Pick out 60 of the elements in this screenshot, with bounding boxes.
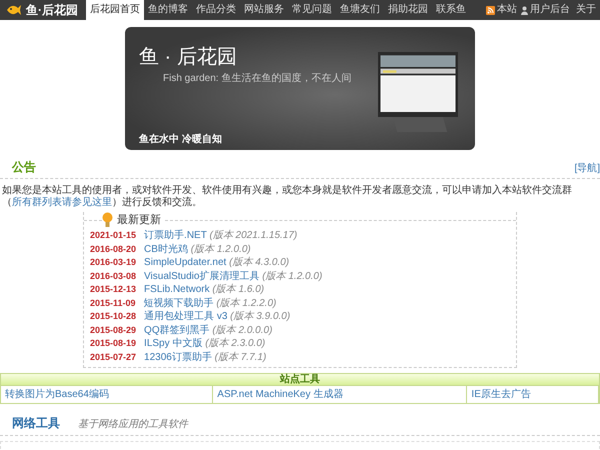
light-bulb-icon	[102, 212, 113, 228]
nav-tab[interactable]: 鱼塘友们	[336, 0, 384, 20]
fish-logo-icon	[6, 3, 22, 17]
update-date: 2016-08-20	[90, 242, 136, 256]
section-subtitle: 基于网络应用的工具软件	[78, 418, 188, 432]
group-list-link[interactable]: 所有群列表请参见这里	[12, 197, 112, 208]
software-link[interactable]: 12306订票助手	[144, 352, 212, 362]
nav-tab[interactable]: 捐助花园	[384, 0, 432, 20]
banner-subtitle: Fish garden: 鱼生活在鱼的国度，不在人间	[163, 72, 352, 86]
nav-link[interactable]: 本站	[495, 0, 521, 20]
section-title: 网络工具	[12, 415, 60, 432]
software-link[interactable]: QQ群签到黑手	[144, 324, 210, 336]
update-date: 2016-03-08	[90, 270, 136, 282]
user-icon	[521, 6, 528, 14]
update-date: 2015-07-27	[90, 350, 136, 364]
version-label: (版本 1.2.0.0)	[262, 270, 322, 282]
notice-text: 如果您是本站工具的使用者，或对软件开发、软件使用有兴趣，或您本身就是软件开发者愿意交流，可以申请加入本站软件交流群（所有群列表请参见这里）进行反馈和交流。	[1, 184, 573, 209]
rss-icon	[486, 6, 495, 14]
software-link[interactable]: VisualStudio扩展清理工具	[144, 270, 260, 282]
version-label: (版本 3.9.0.0)	[230, 311, 290, 322]
software-link[interactable]: CB时光鸡	[144, 244, 188, 254]
software-link[interactable]: 订票助手.NET	[144, 230, 207, 241]
nav-tab[interactable]: 作品分类	[192, 0, 240, 20]
update-date: 2021-01-15	[90, 229, 136, 242]
nav-tab[interactable]: 鱼的博客	[144, 0, 192, 20]
version-label: (版本 1.2.0.0)	[190, 244, 251, 254]
tool-link[interactable]: ASP.net MachineKey 生成器	[217, 389, 344, 400]
nav-link[interactable]: 关于	[574, 0, 600, 20]
panel-title: 最新更新	[117, 212, 161, 228]
nav-link[interactable]: [导航]	[574, 161, 600, 176]
table-header: 站点工具	[0, 373, 600, 386]
version-label: (版本 7.7.1)	[214, 352, 266, 362]
software-link[interactable]: 短视频下载助手	[144, 298, 214, 308]
site-logo[interactable]: 鱼·后花园	[22, 1, 86, 19]
version-label: (版本 1.6.0)	[212, 284, 264, 295]
update-date: 2015-08-29	[90, 324, 136, 336]
user-center-link[interactable]: 用户后台	[528, 0, 574, 20]
software-link[interactable]: FSLib.Network	[144, 284, 210, 295]
software-link[interactable]: SimpleUpdater.net	[144, 257, 226, 268]
update-date: 2015-08-19	[90, 337, 136, 350]
update-date: 2015-11-09	[90, 296, 136, 310]
nav-tab[interactable]: 联系鱼	[432, 0, 470, 20]
tool-link[interactable]: IE原生去广告	[471, 389, 531, 400]
section-title: 公告	[12, 159, 36, 176]
software-link[interactable]: ILSpy 中文版	[144, 338, 202, 349]
nav-tab[interactable]: 后花园首页	[86, 0, 144, 20]
tool-link[interactable]: 转换图片为Base64编码	[5, 389, 109, 400]
update-date: 2016-03-19	[90, 256, 136, 269]
version-label: (版本 4.3.0.0)	[229, 257, 290, 268]
version-label: (版本 2021.1.15.17)	[209, 230, 298, 241]
banner-motto: 鱼在水中 冷暖自知	[139, 132, 223, 147]
version-label: (版本 2.3.0.0)	[205, 338, 266, 349]
version-label: (版本 1.2.2.0)	[216, 298, 276, 308]
update-date: 2015-12-13	[90, 283, 136, 296]
update-date: 2015-10-28	[90, 310, 136, 323]
version-label: (版本 2.0.0.0)	[212, 324, 272, 336]
nav-tab[interactable]: 常见问题	[288, 0, 336, 20]
nav-tab[interactable]: 网站服务	[240, 0, 288, 20]
banner-title: 鱼 · 后花园	[139, 47, 238, 67]
software-link[interactable]: 通用包处理工具 v3	[144, 311, 228, 322]
